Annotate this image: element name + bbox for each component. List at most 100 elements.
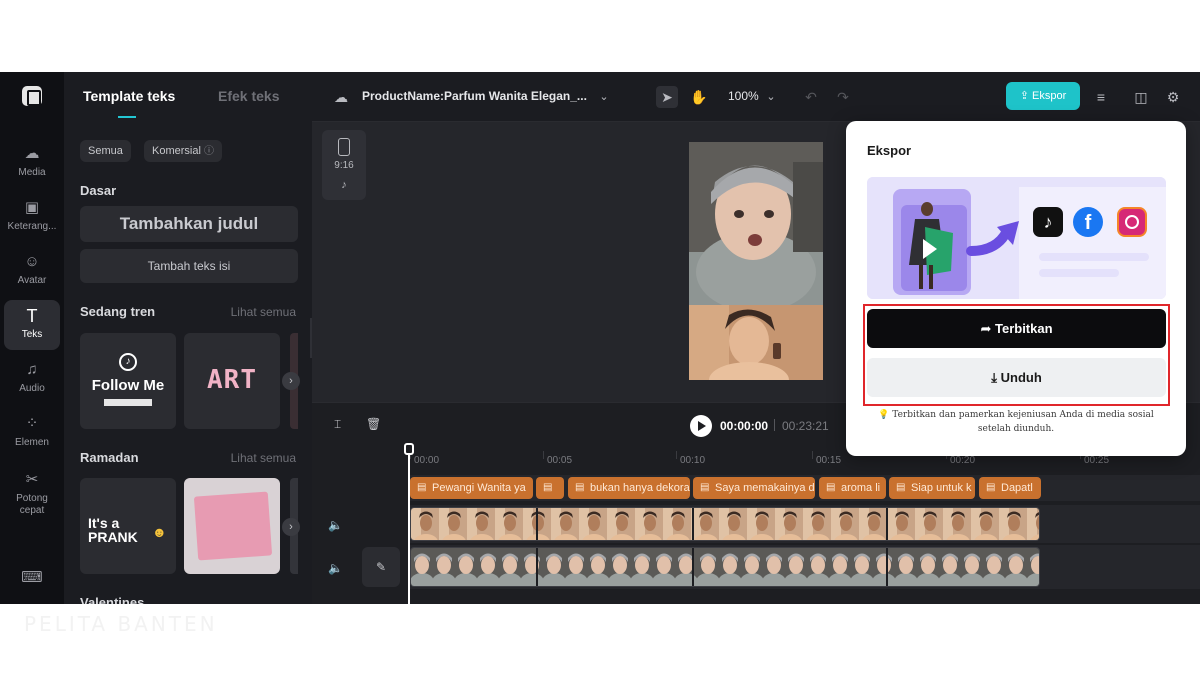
captions-icon: ▣ (24, 199, 40, 216)
app-logo-icon[interactable] (22, 86, 42, 106)
left-rail: ☁ Media ▣ Keterang... ☺ Avatar T Teks ♫ … (0, 72, 64, 604)
rail-item-avatar[interactable]: ☺ Avatar (4, 246, 60, 296)
ruler-mark: 00:15 (816, 455, 842, 466)
tab-text-templates[interactable]: Template teks (83, 88, 175, 104)
phone-icon (338, 138, 350, 156)
rail-item-captions[interactable]: ▣ Keterang... (4, 192, 60, 242)
playhead[interactable] (408, 447, 410, 604)
elements-icon: ⁘ (25, 415, 39, 432)
layers-icon[interactable]: ≡ (1090, 86, 1112, 108)
chevron-right-icon: › (289, 521, 293, 533)
keyboard-icon: ⌨ (21, 569, 43, 586)
scissors-icon: ✂ (25, 471, 39, 488)
zoom-level[interactable]: 100% (728, 89, 759, 103)
lightbulb-icon: 💡 (878, 410, 890, 420)
export-illustration: ♪ f (867, 177, 1166, 299)
pointer-tool-icon[interactable]: ➤ (656, 86, 678, 108)
tab-text-effects[interactable]: Efek teks (218, 88, 279, 104)
rail-item-text[interactable]: T Teks (4, 300, 60, 350)
template-art-label: ART (207, 365, 257, 395)
export-note-text: Terbitkan dan pamerkan kejeniusan Anda d… (892, 410, 1154, 434)
ruler-mark: 00:25 (1084, 455, 1110, 466)
woman-selfie-image (689, 142, 823, 305)
active-tab-indicator (118, 116, 136, 118)
rail-item-audio[interactable]: ♫ Audio (4, 354, 60, 404)
ruler-mark: 00:10 (680, 455, 706, 466)
pink-card-shape (193, 491, 273, 561)
woman-perfume-image (689, 305, 823, 380)
export-button[interactable]: ⇪ Ekspor (1006, 82, 1080, 110)
rail-item-elements[interactable]: ⁘ Elemen (4, 408, 60, 458)
template-pink-card[interactable] (184, 478, 280, 574)
ramadan-next-button[interactable]: › (282, 518, 300, 536)
ruler-mark: 00:00 (414, 455, 440, 466)
video-preview-bottom[interactable] (689, 305, 823, 380)
publish-button[interactable]: ➦ Terbitkan (867, 309, 1166, 348)
undo-icon[interactable]: ↶ (800, 86, 822, 108)
add-heading-button[interactable]: Tambahkan judul (80, 206, 298, 242)
delete-icon[interactable]: 🗑 (366, 417, 381, 431)
instagram-icon (1117, 207, 1147, 237)
trending-see-all-link[interactable]: Lihat semua (231, 305, 296, 319)
play-button[interactable] (690, 415, 712, 437)
section-basic-title: Dasar (80, 183, 117, 198)
ruler-tick (676, 451, 677, 459)
aspect-ratio-selector[interactable]: 9:16 ♪ (322, 130, 366, 200)
ruler-tick (543, 451, 544, 459)
template-follow-me[interactable]: ♪ Follow Me (80, 333, 176, 429)
export-popup: Ekspor ♪ f ➦ Terbitkan ⤓ Unduh 💡 Terbitk… (846, 121, 1186, 456)
volume-icon[interactable]: 🔈 (328, 518, 343, 532)
overlay-video-clip[interactable] (410, 507, 1040, 541)
main-video-clip[interactable] (410, 547, 1040, 587)
project-name[interactable]: ProductName:Parfum Wanita Elegan_... (362, 89, 587, 103)
text-clip[interactable]: aroma li (819, 477, 886, 499)
gear-icon[interactable]: ⚙ (1162, 86, 1184, 108)
cloud-upload-icon: ☁ (24, 145, 40, 162)
publish-illustration-image (867, 177, 1166, 299)
layout-panel-icon[interactable]: ◫ (1130, 86, 1152, 108)
publish-button-label: Terbitkan (994, 321, 1053, 336)
total-timecode: 00:23:21 (782, 419, 829, 433)
edit-cover-button[interactable]: ✎ (362, 547, 400, 587)
video-preview-top[interactable] (689, 142, 823, 305)
text-clip[interactable] (536, 477, 564, 499)
tiktok-small-icon: ♪ (341, 179, 347, 191)
music-icon: ♫ (26, 361, 38, 378)
chip-all[interactable]: Semua (80, 140, 131, 162)
template-prank[interactable]: It's a PRANK ☻ (80, 478, 176, 574)
rail-item-quick-cut[interactable]: ✂ Potong cepat (4, 464, 60, 524)
main-clip-frames (411, 548, 1039, 586)
chip-commercial[interactable]: Komersial ⓘ (144, 140, 222, 162)
chevron-down-icon[interactable]: ⌄ (593, 86, 615, 108)
template-art[interactable]: ART (184, 333, 280, 429)
hand-tool-icon[interactable]: ✋ (688, 86, 710, 108)
volume-icon[interactable]: 🔈 (328, 561, 343, 575)
download-button[interactable]: ⤓ Unduh (867, 358, 1166, 397)
split-icon[interactable]: ⌶ (334, 417, 341, 432)
text-clip[interactable]: Siap untuk k (889, 477, 975, 499)
overlay-clip-frames (411, 508, 1039, 540)
zoom-chevron-down-icon[interactable]: ⌄ (760, 86, 782, 108)
ruler-mark: 00:20 (950, 455, 976, 466)
facebook-icon: f (1073, 207, 1103, 237)
redo-icon[interactable]: ↷ (832, 86, 854, 108)
pencil-icon: ✎ (375, 560, 387, 574)
rail-item-keyboard[interactable]: ⌨ (4, 562, 60, 592)
cloud-sync-icon[interactable]: ☁ (330, 86, 352, 108)
info-icon: ⓘ (203, 146, 214, 157)
add-body-text-button[interactable]: Tambah teks isi (80, 249, 298, 283)
trending-next-button[interactable]: › (282, 372, 300, 390)
tiktok-icon: ♪ (119, 353, 137, 371)
rail-item-media[interactable]: ☁ Media (4, 138, 60, 188)
share-icon: ➦ (980, 321, 992, 336)
text-clip[interactable]: Dapatl (979, 477, 1041, 499)
playhead-handle[interactable] (404, 443, 414, 455)
ramadan-see-all-link[interactable]: Lihat semua (231, 451, 296, 465)
text-panel: Template teks Efek teks Semua Komersial … (64, 72, 312, 604)
timecode-divider (774, 419, 775, 431)
chevron-right-icon: › (289, 375, 293, 387)
text-clip[interactable]: bukan hanya dekora (568, 477, 690, 499)
section-trending-title: Sedang tren (80, 304, 156, 319)
text-clip[interactable]: Saya memakainya d (693, 477, 815, 499)
text-clip[interactable]: Pewangi Wanita ya (410, 477, 533, 499)
